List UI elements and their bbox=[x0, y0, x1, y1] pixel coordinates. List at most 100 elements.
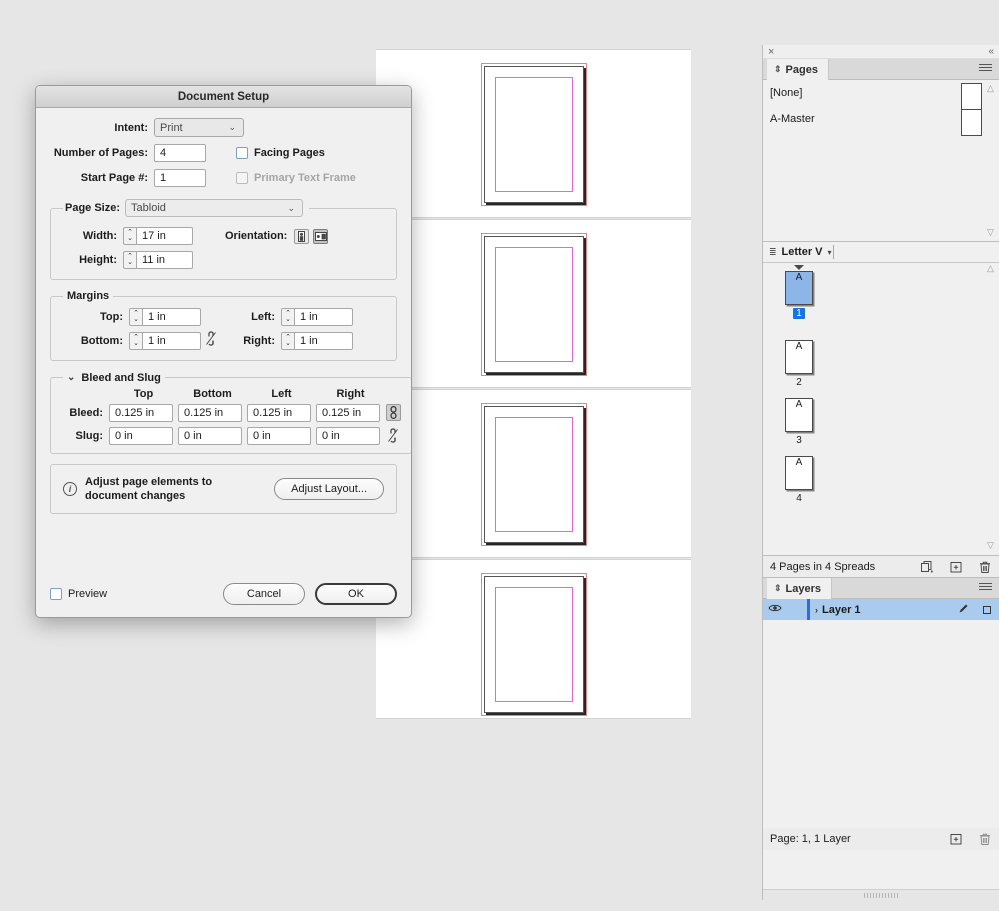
cancel-button[interactable]: Cancel bbox=[223, 583, 305, 605]
page-master-letter: A bbox=[795, 399, 803, 410]
page-4[interactable] bbox=[481, 573, 587, 716]
number-of-pages-input[interactable]: 4 bbox=[154, 144, 206, 162]
width-input[interactable]: 17 in bbox=[136, 227, 193, 245]
start-page-value: 1 bbox=[160, 172, 167, 184]
bleed-bottom-value: 0.125 in bbox=[184, 406, 224, 419]
page-thumb-box[interactable]: A bbox=[785, 340, 813, 374]
dock-resize-handle[interactable] bbox=[763, 889, 999, 900]
page-thumb-2[interactable]: A 2 bbox=[785, 340, 813, 388]
page-2[interactable] bbox=[481, 233, 587, 376]
margin-bottom-stepper[interactable]: ⌃ ⌄ bbox=[129, 332, 142, 350]
margins-chain-link-icon[interactable] bbox=[204, 330, 217, 346]
orientation-portrait-button[interactable] bbox=[294, 228, 310, 244]
page-number-label: 1 bbox=[793, 308, 805, 319]
margin-top-stepper[interactable]: ⌃ ⌄ bbox=[129, 308, 142, 326]
height-label: Height: bbox=[79, 254, 117, 266]
slug-bottom-input[interactable]: 0 in bbox=[178, 426, 242, 445]
master-spread-selector[interactable]: ≣ Letter V ▾ bbox=[763, 242, 999, 263]
pages-panel-menu-icon[interactable] bbox=[979, 64, 992, 74]
page-thumb-1[interactable]: A 1 bbox=[785, 265, 813, 319]
new-page-icon[interactable] bbox=[949, 560, 963, 574]
slug-chain-link-icon[interactable] bbox=[386, 428, 399, 444]
slug-top-input[interactable]: 0 in bbox=[109, 426, 173, 445]
bleed-left-input[interactable]: 0.125 in bbox=[247, 403, 311, 422]
close-icon[interactable]: × bbox=[768, 45, 774, 59]
start-page-input[interactable]: 1 bbox=[154, 169, 206, 187]
adjust-layout-button[interactable]: Adjust Layout... bbox=[274, 477, 384, 500]
dialog-titlebar: Document Setup bbox=[36, 86, 411, 108]
bleed-bottom-input[interactable]: 0.125 in bbox=[178, 403, 242, 422]
document-setup-dialog[interactable]: Document Setup Intent: Print ⌄ Number of… bbox=[35, 85, 412, 618]
panel-dock: × « ⇕ Pages [None] A-Master △ ▽ ≣ Letter… bbox=[762, 45, 999, 900]
bleed-right-input[interactable]: 0.125 in bbox=[316, 403, 380, 422]
tab-pages[interactable]: ⇕ Pages bbox=[767, 59, 829, 80]
layers-list[interactable]: › Layer 1 bbox=[763, 599, 999, 828]
slug-left-input[interactable]: 0 in bbox=[247, 426, 311, 445]
scroll-up-icon[interactable]: △ bbox=[987, 263, 994, 274]
scroll-down-icon[interactable]: ▽ bbox=[987, 227, 994, 238]
margin-left-stepper[interactable]: ⌃ ⌄ bbox=[281, 308, 294, 326]
primary-text-frame-checkbox[interactable] bbox=[236, 172, 248, 184]
delete-layer-icon[interactable] bbox=[978, 832, 992, 846]
layer-row[interactable]: › Layer 1 bbox=[763, 599, 999, 620]
margins-top-row: Top: ⌃ ⌄ 1 in Left: ⌃ ⌄ 1 in bbox=[61, 308, 386, 326]
primary-text-frame-label: Primary Text Frame bbox=[254, 172, 356, 184]
page-thumb-box[interactable]: A bbox=[785, 271, 813, 305]
spread-2[interactable] bbox=[376, 219, 691, 388]
width-row: Width: ⌃ ⌄ 17 in Orientation: bbox=[61, 227, 386, 245]
page-size-select[interactable]: Tabloid ⌄ bbox=[125, 199, 304, 217]
pages-scrollbar[interactable]: △ ▽ bbox=[985, 263, 997, 551]
bleed-chain-link-icon[interactable] bbox=[386, 404, 401, 421]
masters-list[interactable]: [None] A-Master △ ▽ bbox=[763, 80, 999, 242]
chevron-down-icon[interactable]: ⌄ bbox=[67, 372, 75, 383]
width-stepper[interactable]: ⌃ ⌄ bbox=[123, 227, 136, 245]
spread-1[interactable] bbox=[376, 49, 691, 218]
intent-select[interactable]: Print ⌄ bbox=[154, 118, 244, 137]
margin-top-input[interactable]: 1 in bbox=[142, 308, 201, 326]
height-row: Height: ⌃ ⌄ 11 in bbox=[61, 251, 386, 269]
spread-4[interactable] bbox=[376, 559, 691, 719]
orientation-landscape-button[interactable] bbox=[313, 228, 329, 244]
height-stepper[interactable]: ⌃ ⌄ bbox=[123, 251, 136, 269]
margin-right-input[interactable]: 1 in bbox=[294, 332, 353, 350]
layers-panel-menu-icon[interactable] bbox=[979, 583, 992, 593]
master-item-none[interactable]: [None] bbox=[763, 80, 999, 110]
page-thumb-box[interactable]: A bbox=[785, 456, 813, 490]
layer-selection-indicator[interactable] bbox=[983, 605, 991, 614]
orientation-label: Orientation: bbox=[225, 230, 288, 242]
margin-right-stepper[interactable]: ⌃ ⌄ bbox=[281, 332, 294, 350]
panel-grip-icon: ⇕ bbox=[774, 583, 782, 593]
pages-thumbnail-list[interactable]: A 1 A 2 A 3 A 4 △ ▽ bbox=[763, 263, 999, 556]
page-1[interactable] bbox=[481, 63, 587, 206]
master-thumbnail[interactable] bbox=[961, 109, 982, 136]
spread-3[interactable] bbox=[376, 389, 691, 558]
edit-page-size-icon[interactable] bbox=[920, 560, 934, 574]
eye-icon[interactable] bbox=[763, 603, 787, 616]
height-input[interactable]: 11 in bbox=[136, 251, 193, 269]
page-thumb-box[interactable]: A bbox=[785, 398, 813, 432]
margin-bottom-input[interactable]: 1 in bbox=[142, 332, 201, 350]
facing-pages-checkbox[interactable] bbox=[236, 147, 248, 159]
master-item-a-master[interactable]: A-Master bbox=[763, 106, 999, 136]
preview-checkbox[interactable] bbox=[50, 588, 62, 600]
slug-right-input[interactable]: 0 in bbox=[316, 426, 380, 445]
page-thumb-3[interactable]: A 3 bbox=[785, 398, 813, 446]
bleed-top-input[interactable]: 0.125 in bbox=[109, 403, 173, 422]
page-3[interactable] bbox=[481, 403, 587, 546]
dialog-footer: Preview Cancel OK bbox=[36, 571, 411, 617]
scroll-down-icon[interactable]: ▽ bbox=[987, 540, 994, 551]
slug-label: Slug: bbox=[75, 429, 104, 442]
tab-layers[interactable]: ⇕ Layers bbox=[767, 578, 833, 599]
chevron-down-icon[interactable]: ▾ bbox=[828, 248, 832, 257]
ok-button[interactable]: OK bbox=[315, 583, 397, 605]
collapse-panel-icon[interactable]: « bbox=[988, 45, 993, 59]
expand-arrow-icon[interactable]: › bbox=[815, 605, 818, 615]
margin-left-input[interactable]: 1 in bbox=[294, 308, 353, 326]
delete-page-icon[interactable] bbox=[978, 560, 992, 574]
masters-scrollbar[interactable]: △ ▽ bbox=[985, 83, 997, 238]
tab-layers-label: Layers bbox=[785, 582, 822, 595]
scroll-up-icon[interactable]: △ bbox=[987, 83, 994, 94]
pages-panel-footer: 4 Pages in 4 Spreads bbox=[763, 556, 999, 578]
page-thumb-4[interactable]: A 4 bbox=[785, 456, 813, 504]
new-layer-icon[interactable] bbox=[949, 832, 963, 846]
